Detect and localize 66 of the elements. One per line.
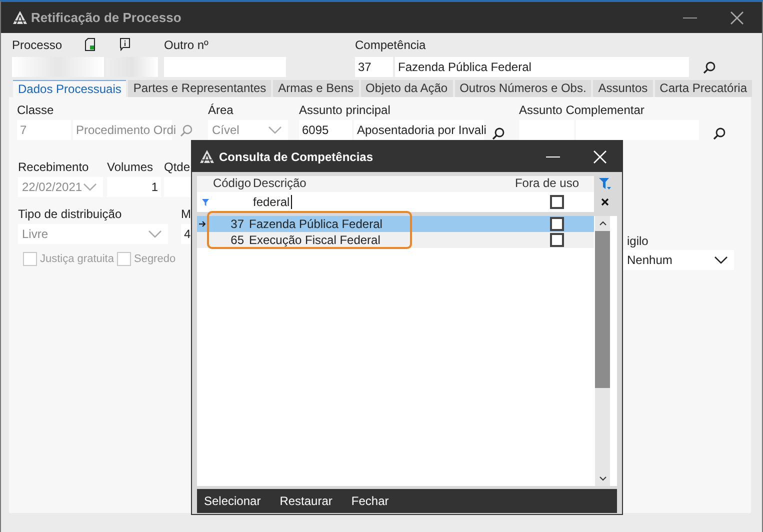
field-label: Tipo de distribuição [18,207,123,221]
search-button[interactable] [492,126,505,140]
tab[interactable]: Dados Processuais [13,80,126,97]
field-label: Competência [355,38,427,52]
tab[interactable]: Carta Precatória [654,80,752,97]
table-row[interactable]: 65 Execução Fiscal Federal [197,232,594,248]
field-label: Assunto Complementar [519,103,646,117]
checkbox[interactable] [550,217,564,231]
text-field[interactable]: Aposentadoria por Invali [354,120,484,140]
window-title: Retificação de Processo [31,8,182,27]
tab[interactable]: Armas e Bens [273,80,359,97]
filter-icon [202,198,209,206]
dropdown[interactable]: Nenhum [623,250,734,270]
search-button[interactable] [703,60,716,74]
footer-button[interactable]: Fechar [351,492,389,510]
text-field[interactable]: 6095 [299,120,352,140]
field-label: Área [208,103,234,117]
scrollbar-thumb[interactable] [595,231,610,388]
table-row[interactable]: 37 Fazenda Pública Federal [197,216,594,232]
app-logo-icon [13,11,27,24]
table-cell-text: Execução Fiscal Federal [249,232,382,249]
field-label: Processo [12,38,62,52]
text-field[interactable]: Fazenda Pública Federal [395,57,689,77]
checkbox-label: Segredo [134,252,176,267]
scroll-up-icon[interactable] [598,221,606,226]
text-field[interactable] [519,120,574,140]
text-field[interactable]: 1 [107,177,161,197]
search-button[interactable] [713,126,726,140]
column-header[interactable]: Descrição [253,174,504,192]
footer-button[interactable]: Restaurar [280,492,332,510]
chevron-down-icon [714,256,728,264]
checkbox-label: Justiça gratuita [40,252,114,267]
text-field[interactable]: 37 [355,57,393,77]
field-label: Assunto principal [299,103,392,117]
text-field[interactable] [576,120,699,140]
chevron-down-icon [148,230,162,238]
field-label: Outro nº [164,38,210,52]
checkbox[interactable] [550,195,564,209]
app-logo-icon [200,150,214,163]
info-note-icon[interactable] [120,38,130,51]
footer-button[interactable]: Selecionar [204,492,261,510]
field-label: Volumes [107,160,154,174]
field-label: M [181,207,192,221]
scrollbar[interactable] [595,216,610,486]
document-icon[interactable] [85,38,96,51]
scroll-down-icon[interactable] [598,476,606,481]
close-button[interactable] [730,10,744,24]
field-label: igilo [626,234,650,248]
tab[interactable]: Assuntos [593,80,653,97]
filter-button[interactable] [599,178,611,190]
table-cell-text: 65 [230,232,245,249]
table-cell-text: 37 [230,216,245,233]
chevron-down-icon [268,126,282,134]
clear-filter-button[interactable] [601,198,609,206]
tab[interactable]: Outros Números e Obs. [454,80,592,97]
tab[interactable]: Objeto da Ação [360,80,453,97]
table-cell-text: Fazenda Pública Federal [249,216,384,233]
tab[interactable]: Partes e Representantes [128,80,272,97]
field-label: Recebimento [18,160,90,174]
field-label: Classe [17,103,55,117]
field-label: Qtde [164,160,192,174]
dialog-title: Consulta de Competências [219,148,374,166]
checkbox[interactable] [550,233,564,247]
column-header[interactable]: Fora de uso [504,174,594,192]
chevron-down-icon [83,183,97,191]
column-header[interactable]: Código [197,174,253,192]
